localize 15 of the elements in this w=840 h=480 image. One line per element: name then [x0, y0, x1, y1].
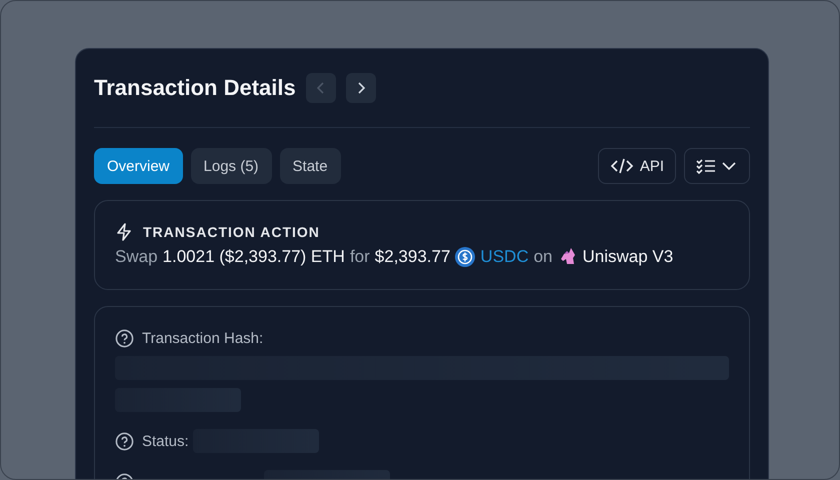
field-label: Status:: [142, 432, 189, 450]
action-text: $2,393.77: [374, 247, 450, 267]
action-text: on: [534, 247, 553, 267]
section-heading: TRANSACTION ACTION: [143, 224, 320, 240]
tab[interactable]: Logs (5): [190, 148, 272, 184]
page-title: Transaction Details: [94, 75, 296, 101]
api-button[interactable]: API: [598, 148, 676, 184]
action-text: for: [350, 247, 370, 267]
action-text: Swap: [115, 247, 158, 267]
tab[interactable]: Overview: [94, 148, 183, 184]
action-text: 1.0021 ($2,393.77) ETH: [162, 247, 345, 267]
dex-name: Uniswap V3: [582, 247, 674, 267]
token-link[interactable]: USDC: [480, 247, 529, 267]
tab[interactable]: State: [280, 148, 341, 184]
field-label: Transaction Hash:: [142, 330, 264, 347]
